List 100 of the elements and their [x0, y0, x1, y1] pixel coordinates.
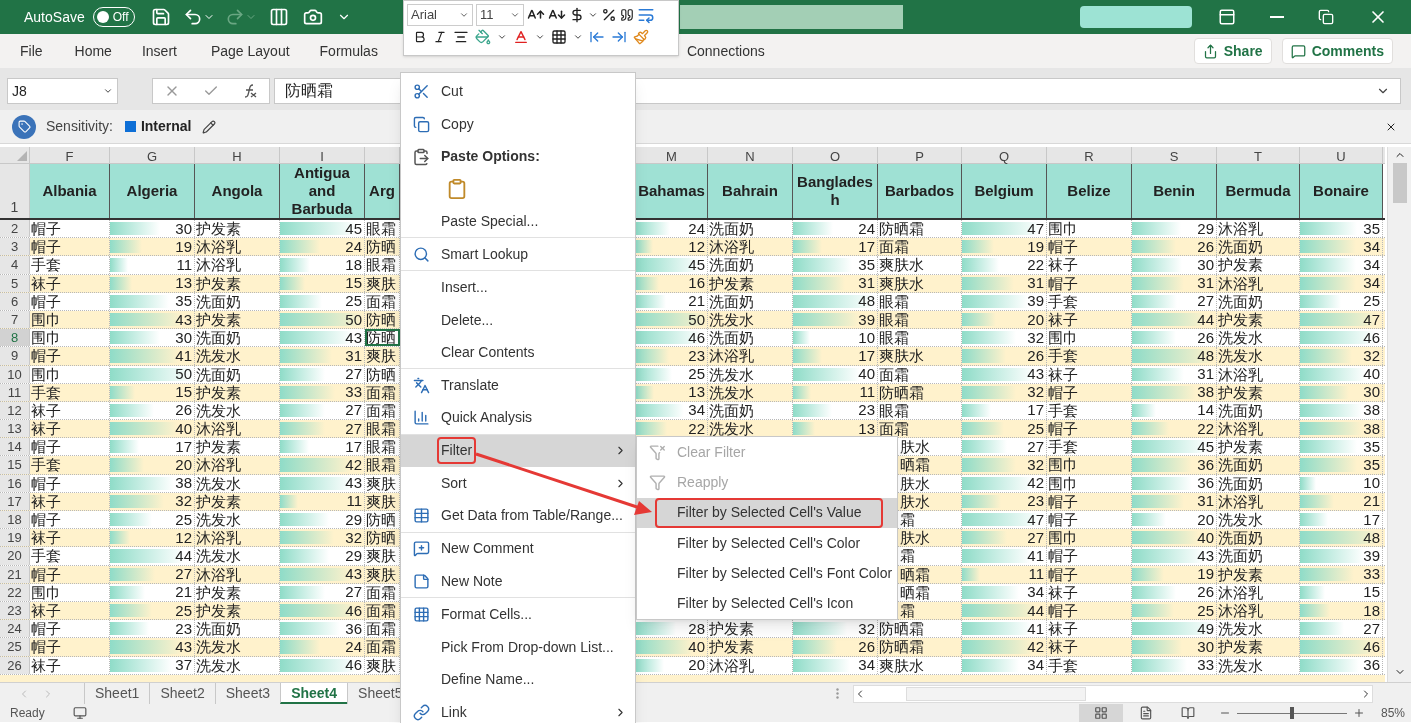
select-all-icon[interactable]: [17, 151, 27, 161]
row-header[interactable]: 25: [0, 638, 30, 656]
row-header[interactable]: 2: [0, 220, 30, 238]
table-cell: 沐浴乳: [1217, 220, 1300, 238]
table-cell-text: 12: [688, 237, 706, 256]
table-cell: 护发素: [1217, 438, 1300, 456]
menu-item[interactable]: Get Data from Table/Range...: [401, 499, 635, 533]
ribbon-tab[interactable]: Connections: [686, 40, 765, 62]
column-header[interactable]: S: [1169, 147, 1179, 163]
row-header[interactable]: 1: [10, 197, 19, 218]
wrap-icon: [637, 6, 655, 24]
row-header[interactable]: 13: [0, 420, 30, 438]
status-text: Ready: [10, 705, 45, 722]
search-field[interactable]: [680, 5, 903, 29]
split-handle-icon[interactable]: [836, 688, 840, 699]
minimize-icon[interactable]: [1270, 16, 1284, 18]
column-header[interactable]: N: [745, 147, 755, 163]
menu-item[interactable]: Delete...: [401, 303, 635, 337]
font-size-field[interactable]: 11: [476, 4, 524, 26]
menu-item[interactable]: Sort: [401, 467, 635, 500]
row-header[interactable]: 3: [0, 238, 30, 256]
table-cell-text: 23: [175, 619, 193, 638]
column-header[interactable]: M: [666, 147, 677, 163]
table-cell-text: 28: [688, 619, 706, 638]
vertical-scrollbar[interactable]: [1387, 147, 1411, 682]
ribbon-display-icon: [1218, 8, 1236, 26]
menu-item[interactable]: New Note: [401, 565, 635, 598]
ribbon-tab[interactable]: Page Layout: [210, 40, 290, 62]
table-cell: 洗发水: [195, 638, 280, 656]
menu-item[interactable]: Format Cells...: [401, 598, 635, 631]
menu-item[interactable]: Clear Contents: [401, 336, 635, 370]
menu-item[interactable]: Copy: [401, 107, 635, 141]
normal-view-button[interactable]: [1078, 704, 1123, 722]
table-cell-text: 36: [1363, 656, 1381, 675]
row-header[interactable]: 4: [0, 256, 30, 274]
sheet-tab[interactable]: Sheet4: [280, 683, 348, 704]
table-cell: 袜子: [30, 492, 110, 510]
menu-item[interactable]: New Comment: [401, 532, 635, 566]
scroll-thumb[interactable]: [1392, 163, 1407, 203]
header-cell: Algeria: [110, 164, 195, 218]
caret-icon: [510, 10, 520, 20]
table-cell: 帽子: [1047, 601, 1132, 620]
table-cell: 洗面奶: [195, 365, 280, 383]
column-header[interactable]: H: [232, 147, 242, 163]
column-header[interactable]: O: [829, 147, 841, 163]
ribbon-tab[interactable]: File: [20, 40, 43, 62]
row-header[interactable]: 15: [0, 456, 30, 474]
table-cell: 沐浴乳: [195, 256, 280, 274]
row-header[interactable]: 20: [0, 547, 30, 565]
table-cell-text: 41: [1027, 546, 1045, 565]
table-cell: 帽子: [1047, 511, 1132, 529]
column-header[interactable]: I: [320, 147, 324, 163]
table-cell-text: 11: [346, 492, 363, 511]
undo-icon: [182, 7, 203, 27]
ribbon-tab[interactable]: Insert: [141, 40, 177, 62]
name-box[interactable]: J8: [7, 78, 118, 104]
ribbon-tab[interactable]: Home: [74, 40, 112, 62]
table-cell-text: 45: [1197, 437, 1215, 456]
column-header[interactable]: Q: [998, 147, 1010, 163]
menu-item[interactable]: Paste Special...: [401, 205, 635, 239]
menu-item[interactable]: Smart Lookup: [401, 238, 635, 272]
column-header[interactable]: U: [1336, 147, 1346, 163]
table-cell-text: 39: [858, 310, 876, 329]
row-header[interactable]: 24: [0, 620, 30, 638]
menu-item[interactable]: Filter: [401, 434, 635, 468]
table-cell-text: 48: [1197, 346, 1215, 365]
sensitivity-value: Internal: [140, 117, 192, 136]
header-cell: Barbados: [878, 164, 962, 218]
grid-icon: [412, 605, 430, 623]
share-button[interactable]: Share: [1193, 38, 1272, 64]
comments-button[interactable]: Comments: [1281, 38, 1393, 64]
row-header[interactable]: 19: [0, 529, 30, 547]
table-cell-text: 32: [1027, 328, 1045, 347]
table-cell-text: 17: [858, 237, 876, 256]
horizontal-scrollbar[interactable]: [853, 684, 1374, 703]
zoom-level[interactable]: 85%: [1380, 704, 1405, 722]
table-cell: 沐浴乳: [195, 529, 280, 547]
table-cell: 洗面奶: [1217, 547, 1300, 565]
font-field[interactable]: Arial: [407, 4, 473, 26]
menu-item[interactable]: Translate: [401, 369, 635, 402]
row-header[interactable]: 18: [0, 511, 30, 529]
menu-item[interactable]: Pick From Drop-down List...: [401, 630, 635, 664]
column-header[interactable]: T: [1254, 147, 1262, 163]
zoom-slider[interactable]: [1236, 707, 1347, 719]
column-header[interactable]: P: [915, 147, 924, 163]
row-header[interactable]: 8: [0, 329, 30, 347]
column-header[interactable]: G: [146, 147, 158, 163]
menu-item[interactable]: Insert...: [401, 271, 635, 304]
column-header[interactable]: R: [1084, 147, 1094, 163]
menu-item[interactable]: Filter by Selected Cell's Value: [637, 497, 897, 528]
menu-item[interactable]: Quick Analysis: [401, 401, 635, 435]
table-cell: 沐浴乳: [1217, 492, 1300, 510]
table-cell-text: 20: [1027, 310, 1045, 329]
ribbon-tab[interactable]: Formulas: [319, 40, 378, 62]
table-cell-text: 29: [345, 546, 363, 565]
table-cell-text: 10: [1363, 474, 1381, 493]
caret-icon: [535, 32, 545, 42]
column-header[interactable]: F: [65, 147, 74, 163]
row-header[interactable]: 14: [0, 438, 30, 456]
row-header[interactable]: 9: [0, 347, 30, 365]
